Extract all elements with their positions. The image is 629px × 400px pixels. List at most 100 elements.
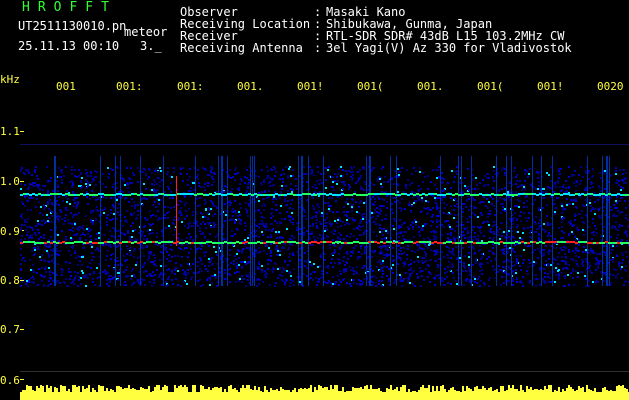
noise-pixel bbox=[465, 206, 467, 208]
noise-pixel bbox=[197, 169, 199, 171]
signal-main bbox=[50, 242, 53, 244]
noise-pixel bbox=[193, 272, 195, 274]
level-bar-column bbox=[404, 385, 406, 400]
noise-pixel bbox=[178, 247, 180, 249]
noise-pixel bbox=[210, 259, 212, 261]
noise-pixel bbox=[225, 258, 227, 260]
noise-pixel bbox=[384, 254, 386, 256]
noise-pixel bbox=[36, 184, 38, 186]
noise-pixel bbox=[238, 264, 240, 266]
noise-pixel bbox=[180, 248, 182, 250]
noise-pixel bbox=[238, 271, 240, 273]
noise-pixel bbox=[582, 176, 584, 178]
noise-pixel bbox=[425, 268, 427, 270]
signal-upper bbox=[98, 193, 101, 195]
noise-pixel bbox=[150, 224, 152, 226]
level-bar-column bbox=[306, 389, 308, 400]
noise-pixel bbox=[49, 277, 51, 279]
noise-pixel bbox=[373, 275, 375, 277]
signal-upper bbox=[41, 194, 44, 196]
noise-pixel bbox=[528, 217, 530, 219]
noise-pixel bbox=[145, 173, 147, 175]
noise-pixel bbox=[57, 234, 59, 236]
noise-pixel bbox=[618, 226, 620, 228]
noise-pixel bbox=[492, 177, 494, 179]
noise-pixel bbox=[56, 180, 58, 182]
noise-pixel bbox=[129, 182, 131, 184]
noise-pixel bbox=[161, 179, 163, 181]
noise-pixel bbox=[153, 282, 155, 284]
noise-pixel bbox=[353, 247, 355, 249]
noise-pixel bbox=[324, 202, 326, 204]
file-name: UT2511130010.pn bbox=[18, 19, 127, 33]
noise-pixel bbox=[595, 280, 597, 282]
level-bar-column bbox=[156, 385, 158, 400]
noise-pixel bbox=[173, 234, 175, 236]
noise-pixel bbox=[375, 223, 377, 225]
noise-pixel bbox=[427, 175, 429, 177]
noise-streak bbox=[587, 156, 588, 286]
noise-pixel bbox=[479, 249, 481, 251]
noise-pixel bbox=[583, 234, 585, 236]
noise-pixel bbox=[387, 231, 389, 233]
noise-pixel bbox=[33, 278, 35, 280]
noise-pixel bbox=[523, 206, 525, 208]
noise-pixel bbox=[576, 181, 578, 183]
noise-pixel bbox=[441, 199, 443, 201]
noise-pixel bbox=[234, 255, 236, 257]
noise-pixel bbox=[565, 263, 567, 265]
noise-pixel bbox=[181, 201, 183, 203]
noise-pixel bbox=[204, 183, 206, 185]
noise-pixel bbox=[404, 208, 406, 210]
signal-main bbox=[116, 241, 119, 243]
noise-pixel bbox=[48, 267, 50, 269]
signal-upper bbox=[419, 194, 422, 196]
noise-pixel bbox=[177, 284, 179, 286]
noise-pixel bbox=[333, 244, 335, 246]
noise-pixel bbox=[326, 213, 328, 215]
noise-pixel bbox=[593, 192, 595, 194]
level-bar-column bbox=[192, 385, 194, 400]
signal-upper bbox=[59, 193, 62, 195]
noise-pixel bbox=[419, 267, 421, 269]
noise-pixel bbox=[153, 188, 155, 190]
noise-pixel bbox=[351, 206, 353, 208]
noise-pixel bbox=[38, 201, 40, 203]
noise-pixel bbox=[165, 265, 167, 267]
noise-pixel bbox=[483, 221, 485, 223]
noise-pixel bbox=[33, 254, 35, 256]
noise-pixel bbox=[334, 283, 336, 285]
noise-pixel bbox=[570, 223, 572, 225]
level-bar-column bbox=[562, 389, 564, 400]
noise-pixel bbox=[393, 240, 395, 242]
time-tick: 001( bbox=[477, 80, 504, 93]
level-bar-column bbox=[586, 385, 588, 400]
noise-pixel bbox=[610, 282, 612, 284]
noise-pixel bbox=[483, 282, 485, 284]
noise-pixel bbox=[519, 180, 521, 182]
level-bar-column bbox=[456, 391, 458, 400]
noise-pixel bbox=[67, 209, 69, 211]
noise-pixel bbox=[72, 227, 74, 229]
noise-pixel bbox=[229, 281, 231, 283]
noise-pixel bbox=[134, 276, 136, 278]
noise-pixel bbox=[475, 207, 477, 209]
noise-pixel bbox=[349, 283, 351, 285]
noise-pixel bbox=[91, 252, 93, 254]
noise-pixel bbox=[108, 275, 110, 277]
noise-pixel bbox=[78, 276, 80, 278]
level-bar-column bbox=[236, 390, 238, 400]
noise-pixel bbox=[467, 232, 469, 234]
signal-main bbox=[584, 241, 587, 243]
noise-pixel bbox=[174, 255, 176, 257]
level-bar-column bbox=[124, 388, 126, 400]
noise-pixel bbox=[581, 217, 583, 219]
noise-pixel bbox=[538, 237, 540, 239]
noise-pixel bbox=[90, 175, 92, 177]
noise-pixel bbox=[420, 211, 422, 213]
noise-pixel bbox=[98, 232, 100, 234]
noise-pixel bbox=[360, 175, 362, 177]
level-bar-column bbox=[56, 388, 58, 400]
level-bar-column bbox=[30, 386, 32, 400]
signal-upper bbox=[500, 194, 503, 196]
